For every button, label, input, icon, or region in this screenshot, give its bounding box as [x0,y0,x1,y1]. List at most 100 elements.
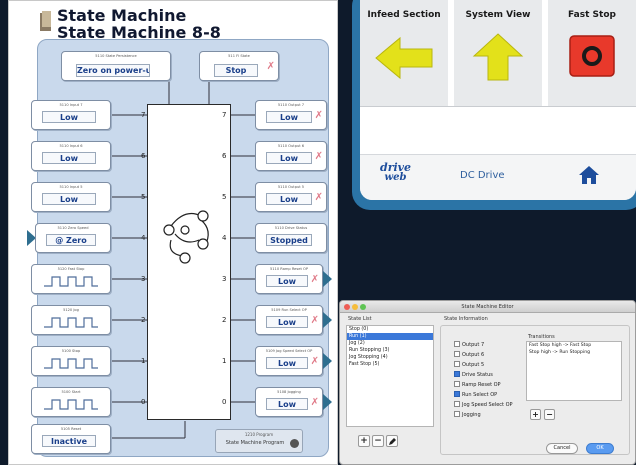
home-icon[interactable] [578,165,600,185]
block-label: 5120 Fast Stop [57,267,85,271]
state-item[interactable]: Run Stopping (3) [347,347,433,354]
block-value: Low [266,275,308,287]
reset-block[interactable]: 5105 Reset Inactive [31,424,111,454]
input-block-7[interactable]: 5110 Input 7 Low [31,100,111,130]
zero-speed-block[interactable]: 5110 Zero Speed @ Zero [35,223,111,253]
block-value: Low [266,111,312,123]
stop-input-block[interactable]: 5100 Stop [31,346,111,376]
logo-line-2: web [384,172,407,183]
state-item[interactable]: Jog Stopping (4) [347,354,433,361]
link-flag-icon [323,271,332,287]
state-item[interactable]: Jog (2) [347,340,433,347]
program-selector[interactable]: 1210 Program State Machine Program [215,429,303,453]
block-label: 5108 Jogging [277,390,301,394]
drive-web-app-frame: Infeed Section System View Fast Stop dri… [352,0,636,210]
app-tab-bar: drive web DC Drive [360,154,636,200]
block-value: Low [42,193,96,205]
pulse-wave-icon [44,358,98,369]
jogging-block[interactable]: 5108 Jogging Low ✗ [255,387,323,417]
edit-state-button[interactable] [386,435,398,447]
block-label: 5110 Output 5 [277,185,305,189]
remove-transition-button[interactable]: − [544,409,555,420]
disabled-x-icon: ✗ [314,110,323,121]
output-checkbox[interactable]: Run Select OP [454,391,497,398]
transition-item[interactable]: Fast Stop high -> Fast Stop [527,342,621,349]
output-checkbox[interactable]: Jogging [454,411,481,418]
ok-button[interactable]: OK [586,443,614,454]
state-item[interactable]: Fast Stop (5) [347,361,433,368]
disabled-x-icon: ✗ [310,274,319,285]
drive-web-logo[interactable]: drive web [380,162,411,183]
output-checkbox[interactable]: Jog Speed Select OP [454,401,513,408]
checkbox-unchecked [454,401,460,407]
jog-input-block[interactable]: 5120 Jog [31,305,111,335]
tile-infeed-section[interactable]: Infeed Section [360,0,448,106]
checkbox-checked [454,391,460,397]
pin-left-0: 0 [141,398,146,406]
run-select-block[interactable]: 5109 Run Select OP Low ✗ [255,305,323,335]
pin-right-4: 4 [222,234,227,242]
block-label: 5110 Output 6 [277,144,305,148]
block-label: 5110 State Persistence [95,54,137,58]
block-label: 5109 Run Select OP [271,308,307,312]
ramp-reset-block[interactable]: 5110 Ramp Reset OP Low ✗ [255,264,323,294]
tile-system-view[interactable]: System View [454,0,542,106]
disabled-x-icon: ✗ [314,151,323,162]
pin-left-5: 5 [141,193,146,201]
pin-right-7: 7 [222,111,227,119]
state-info-label: State Information [444,316,488,322]
divider [360,106,636,107]
pulse-wave-icon [44,399,98,410]
block-label: 5110 Input 5 [59,185,83,189]
output-checkbox[interactable]: Output 6 [454,351,484,358]
transitions-list[interactable]: Fast Stop high -> Fast Stop Stop high ->… [526,341,622,401]
window-title: State Machine Editor [461,304,514,310]
pulse-wave-icon [44,317,98,328]
state-list-label: State List [348,316,372,322]
transitions-label: Transitions [528,334,555,340]
pin-left-2: 2 [141,316,146,324]
block-value: Low [266,398,308,410]
state-item-selected[interactable]: Run (1) [347,333,433,340]
minimize-window-icon[interactable] [352,304,358,310]
remove-state-button[interactable]: − [372,435,384,447]
checkbox-label: Run Select OP [462,392,498,398]
block-value: @ Zero [46,234,96,246]
output-checkbox[interactable]: Drive Status [454,371,493,378]
input-block-5[interactable]: 5110 Input 5 Low [31,182,111,212]
checkbox-checked [454,371,460,377]
output-block-6[interactable]: 5110 Output 6 Low ✗ [255,141,327,171]
block-value: Low [42,111,96,123]
jog-speed-select-block[interactable]: 5109 Jog Speed Select OP Low ✗ [255,346,323,376]
state-persistence-block[interactable]: 5110 State Persistence Zero on power-up [61,51,171,81]
add-state-button[interactable]: + [358,435,370,447]
output-checkbox[interactable]: Output 7 [454,341,484,348]
output-block-7[interactable]: 5110 Output 7 Low ✗ [255,100,327,130]
fast-stop-input-block[interactable]: 5120 Fast Stop [31,264,111,294]
tile-caption: Fast Stop [568,10,616,20]
block-value: Low [42,152,96,164]
start-input-block[interactable]: 5100 Start [31,387,111,417]
block-label: 5110 Drive Status [274,226,308,230]
checkbox-label: Output 5 [462,362,485,368]
state-machine-core [147,104,231,420]
state-item[interactable]: Stop (0) [347,326,433,333]
checkbox-label: Ramp Reset OP [462,382,501,388]
close-window-icon[interactable] [344,304,350,310]
block-label: 5110 Input 7 [59,103,83,107]
block-label: 5105 Reset [60,427,82,431]
transition-item[interactable]: Stop high -> Run Stopping [527,349,621,356]
arrow-up-icon [472,33,524,81]
tile-fast-stop[interactable]: Fast Stop [548,0,636,106]
output-checkbox[interactable]: Output 5 [454,361,484,368]
input-block-6[interactable]: 5110 Input 6 Low [31,141,111,171]
drive-status-block[interactable]: 5110 Drive Status Stopped [255,223,327,253]
zoom-window-icon[interactable] [360,304,366,310]
cancel-button[interactable]: Cancel [546,443,578,454]
checkbox-label: Drive Status [462,372,493,378]
output-checkbox[interactable]: Ramp Reset OP [454,381,501,388]
state-list[interactable]: Stop (0) Run (1) Jog (2) Run Stopping (3… [346,325,434,427]
add-transition-button[interactable]: + [530,409,541,420]
output-block-5[interactable]: 5110 Output 5 Low ✗ [255,182,327,212]
fl-state-block[interactable]: 511 Fl State Stop ✗ [199,51,279,81]
